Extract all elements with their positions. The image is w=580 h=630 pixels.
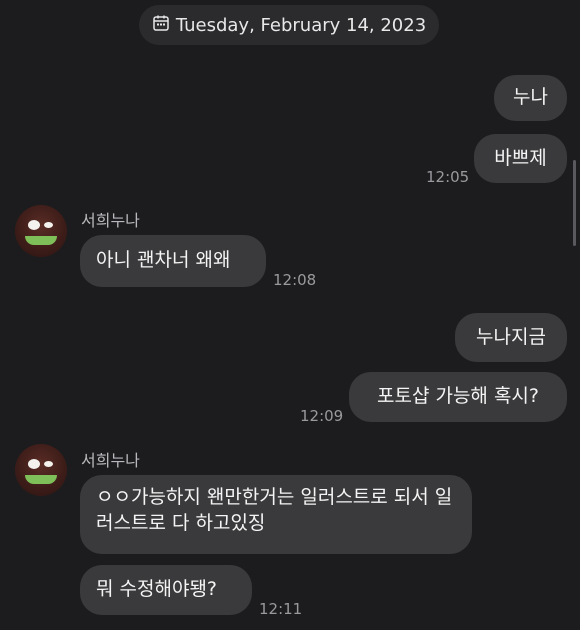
message-text: 포토샵 가능해 혹시? (376, 385, 539, 408)
message-bubble-outgoing[interactable]: 바쁘제 (474, 134, 567, 183)
date-separator: Tuesday, February 14, 2023 (139, 5, 439, 45)
avatar-mouth (25, 236, 57, 245)
message-bubble-outgoing[interactable]: 누나지금 (455, 313, 567, 362)
avatar[interactable] (15, 205, 67, 257)
message-text: 뭐 수정해야됑? (96, 578, 218, 601)
message-time: 12:11 (259, 600, 303, 618)
date-label: Tuesday, February 14, 2023 (175, 14, 427, 36)
message-text: 누나지금 (476, 325, 546, 348)
message-time: 12:05 (426, 168, 470, 186)
message-text: 아니 괜차너 왜왜 (96, 249, 231, 272)
message-bubble-incoming[interactable]: 아니 괜차너 왜왜 (80, 235, 266, 287)
sender-name: 서희누나 (81, 211, 140, 230)
avatar[interactable] (15, 444, 67, 496)
sender-name: 서희누나 (81, 451, 140, 470)
message-text: 누나 (513, 86, 548, 109)
calendar-icon (152, 14, 176, 37)
scrollbar[interactable] (573, 160, 576, 246)
message-time: 12:08 (273, 271, 317, 289)
avatar-eye-left (28, 459, 40, 469)
avatar-eye-right (44, 461, 53, 467)
message-text: 바쁘제 (494, 146, 547, 169)
avatar-eye-right (44, 222, 53, 228)
avatar-mouth (25, 475, 57, 484)
message-bubble-incoming[interactable]: 뭐 수정해야됑? (80, 565, 252, 615)
message-time: 12:09 (300, 407, 344, 425)
message-text: ㅇㅇ가능하지 왠만한거는 일러스트로 되서 일러스트로 다 하고있징 (96, 486, 453, 534)
message-bubble-incoming[interactable]: ㅇㅇ가능하지 왠만한거는 일러스트로 되서 일러스트로 다 하고있징 (80, 475, 472, 554)
avatar-eye-left (28, 220, 40, 230)
message-bubble-outgoing[interactable]: 누나 (494, 75, 567, 121)
message-bubble-outgoing[interactable]: 포토샵 가능해 혹시? (349, 372, 567, 422)
